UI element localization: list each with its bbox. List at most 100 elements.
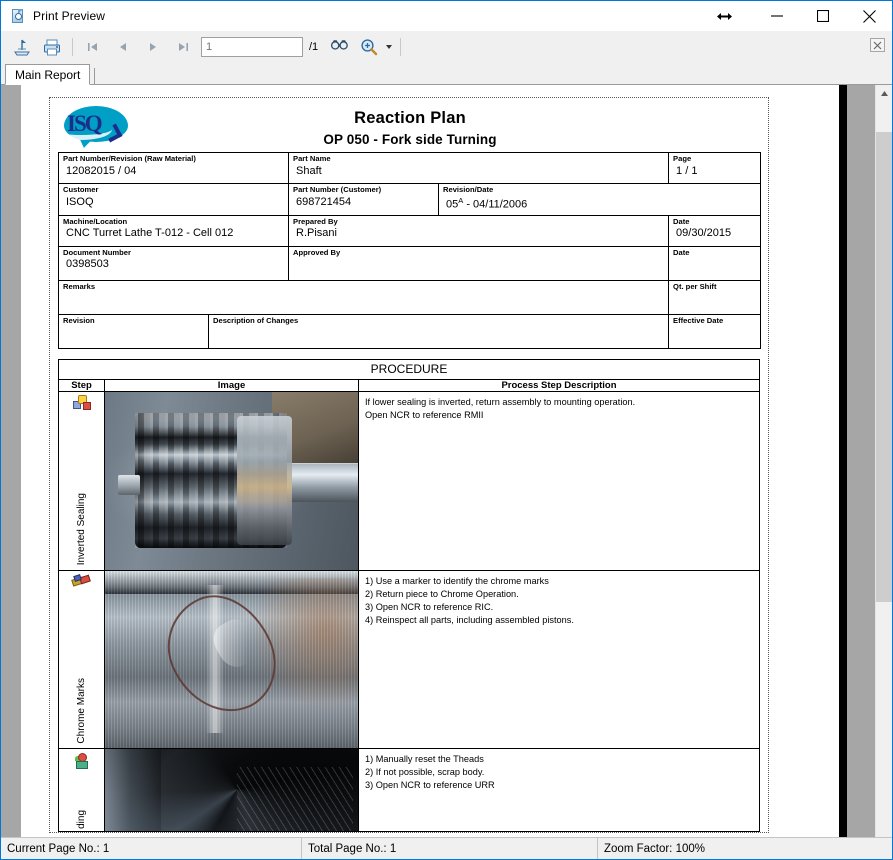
label-part-name: Part Name [293,154,331,163]
step-label: Chrome Marks [75,677,87,744]
table-row: Remarks Qt. per Shift [57,279,762,315]
label-approved-date: Date [673,247,690,257]
tab-main-report[interactable]: Main Report [5,64,91,85]
label-date: Date [673,216,690,226]
maximize-button[interactable] [800,2,846,31]
print-preview-window: Print Preview 1 /1 Main Report ISQ React… [0,0,893,860]
label-document-number: Document Number [63,247,131,257]
table-row: Inverted Sealing If lower sealing is inv… [58,390,760,571]
report-header: ISQ Reaction Plan OP 050 - Fork side Tur… [58,104,760,152]
table-row: ding 1) Manually reset the Theads 2) If … [58,747,760,832]
total-pages-label: /1 [309,40,319,53]
label-description-of-changes: Description of Changes [213,315,299,325]
step-cell-inverted-sealing: Inverted Sealing [58,390,105,571]
colored-blocks-icon [72,394,92,413]
first-page-button[interactable] [78,35,108,59]
cell-part-number-customer: Part Number (Customer) 698721454 [288,183,439,216]
cell-remarks: Remarks [57,279,670,315]
header-step: Step [58,378,105,392]
step-label-holder: Inverted Sealing [59,418,104,565]
page-subtitle: OP 050 - Fork side Turning [323,132,497,147]
minimize-button[interactable] [754,2,800,31]
report-info-table: Part Number/Revision (Raw Material) 1208… [57,152,762,349]
value-machine-location: CNC Turret Lathe T-012 - Cell 012 [66,227,234,240]
previous-page-button[interactable] [108,35,138,59]
value-revision-date: 05A - 04/11/2006 [439,195,760,215]
value-remarks [59,291,668,306]
value-page: 1 / 1 [676,164,698,177]
status-current-page: Current Page No.: 1 [7,842,110,855]
value-approved-by [289,257,668,272]
label-remarks: Remarks [63,281,96,291]
step-description: 1) Manually reset the Theads 2) If not p… [365,753,495,790]
report-title-block: Reaction Plan OP 050 - Fork side Turning [138,104,682,147]
window-title: Print Preview [33,9,105,23]
table-row: Chrome Marks 1) Use a marker to identify… [58,569,760,749]
chrome-surface-marked-photo [105,570,358,748]
step-label-holder: ding [59,773,104,829]
value-part-number-revision: 12082015 / 04 [66,164,137,177]
search-icon[interactable] [324,34,354,60]
cell-approved-by: Approved By [287,245,670,281]
cell-part-number-revision: Part Number/Revision (Raw Material) 1208… [58,152,289,184]
table-row: Document Number 0398503 Approved By Date [58,245,762,281]
table-row: Revision Description of Changes Effectiv… [58,313,762,349]
revision-main: 05 [446,198,459,211]
piston-assembly-photo [105,391,358,570]
report-tabstrip: Main Report [1,63,892,85]
label-machine-location: Machine/Location [63,216,128,226]
close-preview-icon[interactable] [870,38,885,52]
page-number-input[interactable] [201,36,303,57]
page-gutter-right [847,85,875,837]
procedure-table: PROCEDURE Step Image Process Step Descri… [58,358,760,832]
paint-tubes-icon [70,573,92,592]
procedure-section: PROCEDURE Step Image Process Step Descri… [58,358,760,832]
header-description: Process Step Description [358,378,760,392]
image-cell [104,569,359,749]
export-icon[interactable] [7,34,37,60]
cell-machine-location: Machine/Location CNC Turret Lathe T-012 … [58,214,289,247]
last-page-button[interactable] [168,35,198,59]
table-row: Part Number/Revision (Raw Material) 1208… [58,152,762,184]
table-row: Machine/Location CNC Turret Lathe T-012 … [58,214,762,247]
close-button[interactable] [846,2,892,31]
cell-page: Page 1 / 1 [668,152,762,184]
value-part-name: Shaft [296,164,322,177]
next-page-button[interactable] [138,35,168,59]
scrollbar-track[interactable] [876,102,892,837]
toolbar-separator-2 [400,37,402,56]
cell-part-name: Part Name Shaft [287,152,670,184]
preview-viewport: ISQ Reaction Plan OP 050 - Fork side Tur… [1,85,892,837]
scroll-up-arrow-icon[interactable] [876,85,892,102]
cell-revision: Revision [58,313,209,349]
step-description: 1) Use a marker to identify the chrome m… [365,575,574,625]
scrollbar-thumb[interactable] [876,132,892,602]
step-description: If lower sealing is inverted, return ass… [365,396,636,420]
label-customer: Customer [63,185,99,194]
cell-qty-per-shift: Qt. per Shift [668,279,762,315]
zoom-icon[interactable] [354,34,384,60]
value-revision [59,325,208,340]
step-cell-denting: ding [58,747,105,832]
potted-flower-icon [72,752,92,770]
value-approved-date [669,257,760,272]
procedure-title: PROCEDURE [58,358,760,380]
label-qty-per-shift: Qt. per Shift [673,281,717,291]
vertical-scrollbar[interactable] [875,85,892,837]
table-row: Customer ISOQ Part Number (Customer) 698… [58,183,762,216]
zoom-dropdown-arrow-icon[interactable] [386,44,393,49]
procedure-header-row: Step Image Process Step Description [58,378,760,392]
value-date: 09/30/2015 [676,227,732,240]
printed-report-page: ISQ Reaction Plan OP 050 - Fork side Tur… [49,97,769,833]
step-cell-chrome-marks: Chrome Marks [58,569,105,749]
value-description-of-changes [209,325,668,340]
tab-strip-edge [94,68,96,84]
resize-horizontal-icon[interactable] [694,2,754,31]
description-cell: 1) Use a marker to identify the chrome m… [358,569,760,749]
page-title: Reaction Plan [354,109,466,127]
label-part-number-customer: Part Number (Customer) [293,185,382,194]
print-icon[interactable] [37,34,67,60]
label-effective-date: Effective Date [673,315,724,325]
label-page: Page [673,154,692,163]
cell-revision-date: Revision/Date 05A - 04/11/2006 [437,183,762,216]
